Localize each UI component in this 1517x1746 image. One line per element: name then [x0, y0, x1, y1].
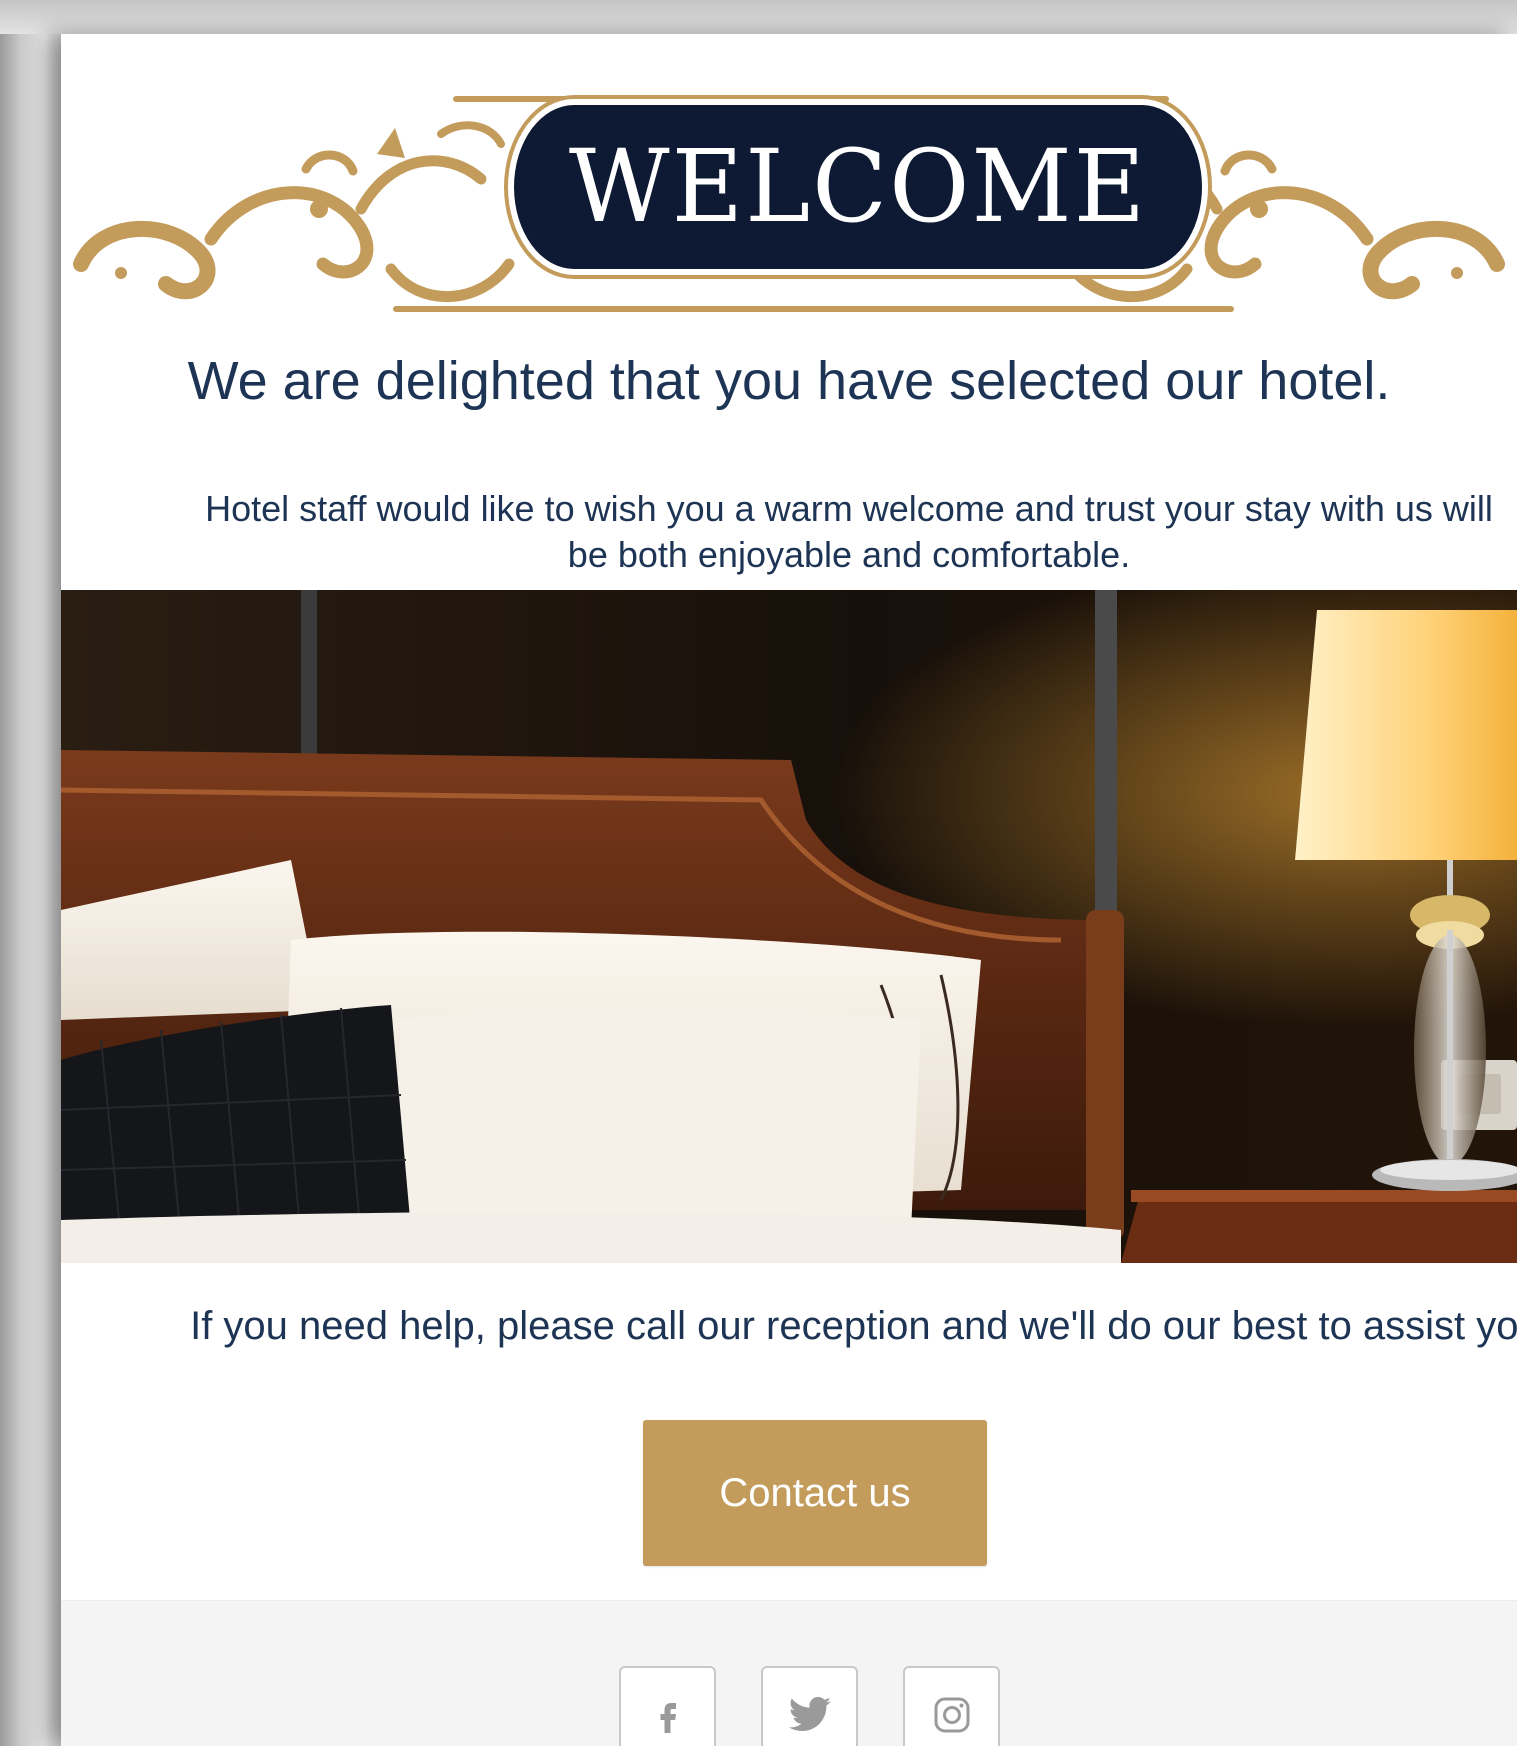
facebook-button[interactable] [619, 1666, 716, 1746]
twitter-icon [788, 1696, 831, 1731]
welcome-plaque: WELCOME [514, 105, 1202, 269]
intro-line-1: Hotel staff would like to wish you a war… [205, 488, 1493, 529]
instagram-icon [934, 1697, 969, 1732]
hotel-bedroom-photo [61, 590, 1517, 1263]
background-top-band [0, 0, 1517, 34]
footer [61, 1600, 1517, 1746]
email-card: WELCOME We are delighted that you have s… [61, 34, 1517, 1746]
welcome-title: WELCOME [568, 128, 1148, 245]
intro-paragraph: Hotel staff would like to wish you a war… [81, 486, 1517, 578]
hero-image [61, 590, 1517, 1263]
help-text: If you need help, please call our recept… [190, 1304, 1517, 1348]
contact-us-button[interactable]: Contact us [643, 1420, 987, 1566]
facebook-icon [660, 1702, 676, 1733]
intro-line-2: be both enjoyable and comfortable. [567, 534, 1131, 575]
twitter-button[interactable] [761, 1666, 858, 1746]
headline: We are delighted that you have selected … [187, 351, 1391, 411]
instagram-button[interactable] [903, 1666, 1000, 1746]
